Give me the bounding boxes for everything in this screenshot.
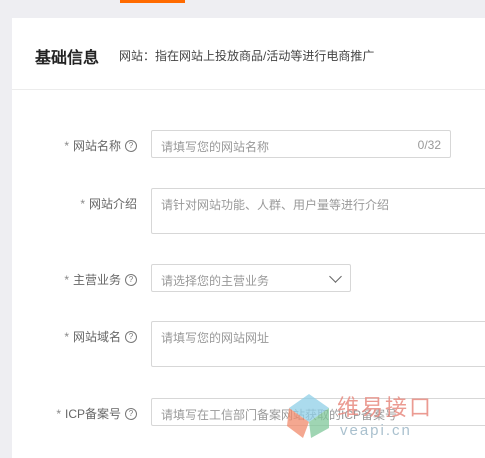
main-business-select[interactable]: 请选择您的主营业务 — [151, 264, 351, 292]
site-name-char-counter: 0/32 — [417, 138, 441, 152]
help-icon[interactable]: ? — [125, 330, 137, 343]
main-business-label-text: 主营业务 — [72, 273, 121, 287]
watermark-logo-icon — [287, 394, 329, 438]
main-business-placeholder: 请选择您的主营业务 — [161, 274, 270, 288]
site-name-placeholder: 请填写您的网站名称 — [161, 140, 270, 154]
site-name-label-text: 网站名称 — [72, 139, 121, 153]
active-tab-indicator — [120, 0, 185, 3]
site-intro-label-text: 网站介绍 — [88, 197, 137, 211]
site-intro-textarea[interactable]: 请针对网站功能、人群、用户量等进行介绍 — [151, 188, 485, 234]
site-name-input[interactable]: 请填写您的网站名称 0/32 — [151, 130, 451, 158]
required-mark: * — [56, 406, 61, 421]
help-icon[interactable]: ? — [125, 139, 137, 152]
main-business-label: * 主营业务 ? — [64, 271, 137, 288]
watermark: 维易接口 veapi.cn — [285, 390, 455, 445]
icp-label: * ICP备案号 ? — [56, 405, 137, 422]
site-name-label: * 网站名称 ? — [64, 137, 137, 154]
site-domain-placeholder: 请填写您的网站网址 — [161, 331, 270, 345]
site-intro-label: * 网站介绍 — [80, 195, 137, 212]
section-title: 基础信息 — [35, 50, 100, 67]
section-description: 网站：指在网站上投放商品/活动等进行电商推广 — [119, 49, 375, 63]
site-domain-label-text: 网站域名 — [72, 330, 121, 344]
site-domain-label: * 网站域名 ? — [64, 328, 137, 345]
required-mark: * — [80, 196, 85, 211]
site-domain-textarea[interactable]: 请填写您的网站网址 — [151, 321, 485, 367]
required-mark: * — [64, 329, 69, 344]
watermark-subtext: veapi.cn — [340, 422, 412, 439]
chevron-down-icon — [329, 270, 342, 283]
watermark-text: 维易接口 — [337, 395, 434, 420]
card-header: 基础信息 网站：指在网站上投放商品/活动等进行电商推广 — [12, 18, 485, 90]
required-mark: * — [64, 272, 69, 287]
icp-label-text: ICP备案号 — [64, 407, 121, 421]
site-intro-placeholder: 请针对网站功能、人群、用户量等进行介绍 — [161, 198, 390, 212]
help-icon[interactable]: ? — [125, 273, 137, 286]
required-mark: * — [64, 138, 69, 153]
help-icon[interactable]: ? — [125, 407, 137, 420]
